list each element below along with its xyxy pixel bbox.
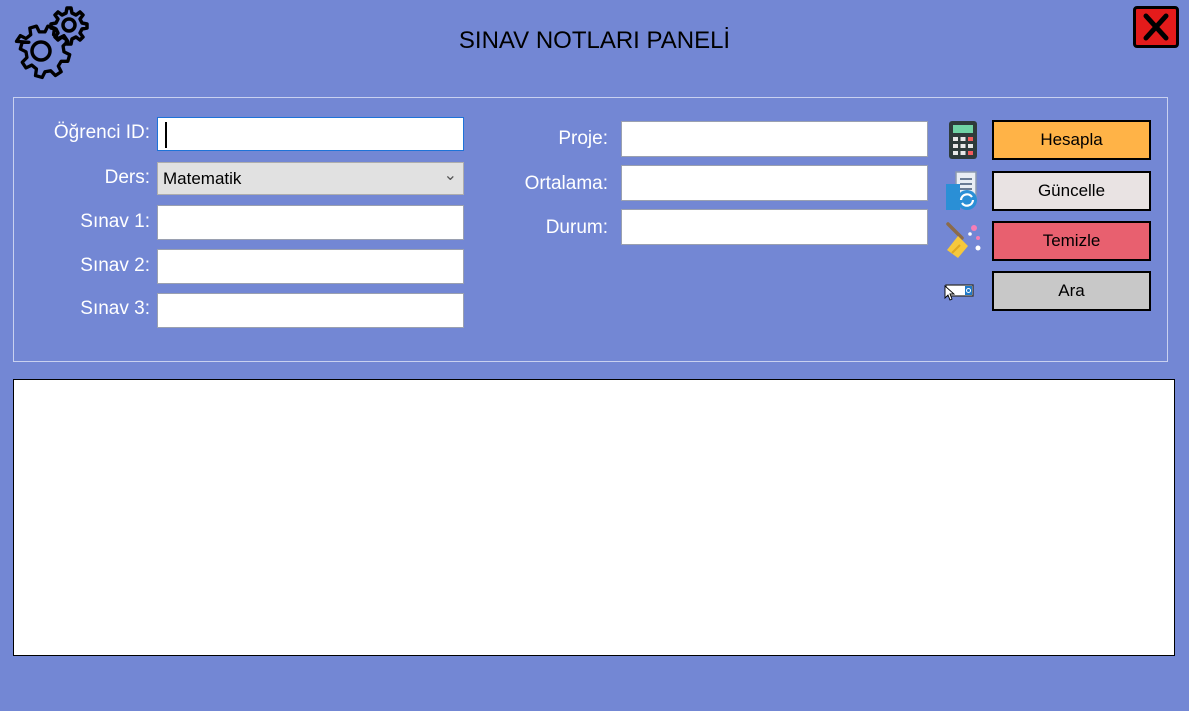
document-refresh-icon (944, 170, 982, 212)
close-icon (1143, 13, 1169, 41)
guncelle-button[interactable]: Güncelle (992, 171, 1151, 211)
sinav2-input[interactable] (157, 249, 464, 284)
page-title: SINAV NOTLARI PANELİ (458, 27, 731, 54)
durum-label: Durum: (545, 217, 608, 238)
chevron-down-icon: ⌄ (443, 167, 457, 184)
calculator-icon (947, 120, 979, 160)
ortalama-input[interactable] (621, 165, 928, 201)
durum-input[interactable] (621, 209, 928, 245)
sinav1-input[interactable] (157, 205, 464, 240)
proje-input[interactable] (621, 121, 928, 157)
temizle-button[interactable]: Temizle (992, 221, 1151, 261)
ogrenci-id-input[interactable] (157, 117, 464, 151)
ara-button[interactable]: Ara (992, 271, 1151, 311)
text-caret (165, 122, 167, 148)
close-button[interactable] (1133, 6, 1179, 48)
broom-icon (944, 220, 984, 260)
proje-label: Proje: (558, 128, 608, 149)
ogrenci-id-label: Öğrenci ID: (53, 122, 150, 143)
sinav3-input[interactable] (157, 293, 464, 328)
sinav1-label: Sınav 1: (80, 211, 150, 232)
search-field-icon (943, 283, 975, 301)
sinav3-label: Sınav 3: (80, 298, 150, 319)
ders-label: Ders: (104, 167, 150, 188)
results-grid[interactable] (13, 379, 1175, 656)
ders-select-value: Matematik (163, 169, 242, 188)
ortalama-label: Ortalama: (524, 173, 608, 194)
hesapla-button[interactable]: Hesapla (992, 120, 1151, 160)
ders-select[interactable]: Matematik ⌄ (157, 162, 464, 195)
sinav2-label: Sınav 2: (80, 255, 150, 276)
